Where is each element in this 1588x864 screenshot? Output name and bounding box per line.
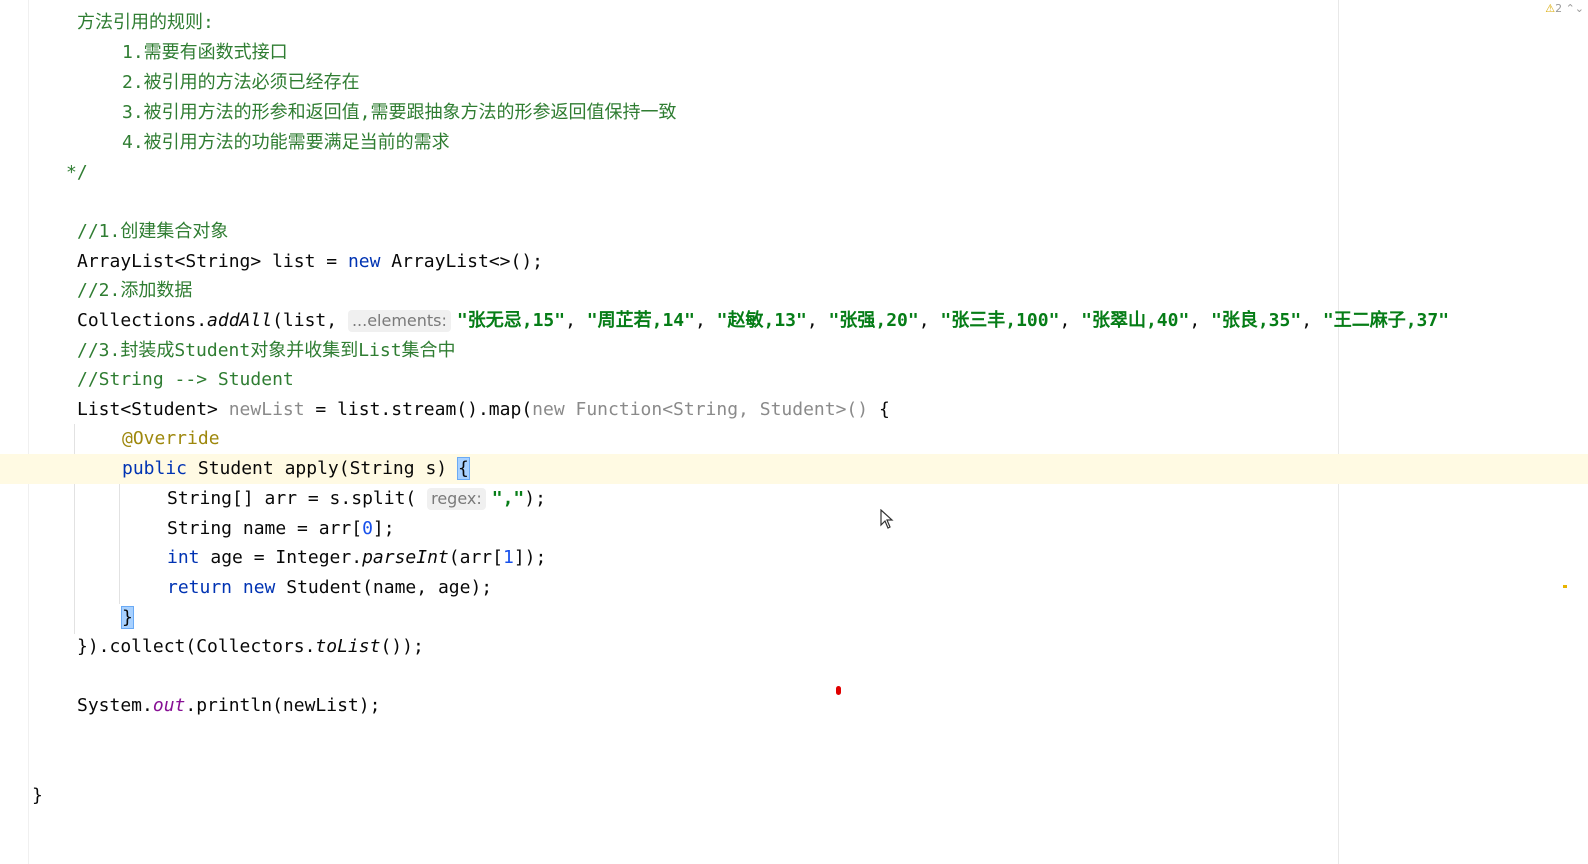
code-line: 2.被引用的方法必须已经存在 [0, 68, 1588, 98]
annotation-text: @Override [122, 428, 220, 449]
breakpoint-marker [836, 686, 841, 695]
code-text: return new Student(name, age); [167, 577, 493, 598]
comment-text: //String --> Student [77, 369, 294, 390]
code-line: } [0, 603, 1588, 633]
mouse-pointer-icon [880, 509, 894, 529]
code-line: //String --> Student [0, 365, 1588, 395]
code-line: ArrayList<String> list = new ArrayList<>… [0, 247, 1588, 277]
parameter-hint: ...elements: [347, 310, 451, 332]
code-text: String name = arr[0]; [167, 518, 395, 539]
comment-text: 1.需要有函数式接口 [122, 42, 288, 63]
comment-text: */ [66, 162, 88, 183]
code-text: String[] arr = s.split( regex: ","); [167, 488, 546, 510]
code-text: List<Student> newList = list.stream().ma… [77, 399, 890, 420]
code-line: //1.创建集合对象 [0, 217, 1588, 247]
comment-text: 3.被引用方法的形参和返回值,需要跟抽象方法的形参返回值保持一致 [122, 102, 677, 123]
code-text: ArrayList<String> list = new ArrayList<>… [77, 251, 544, 272]
code-line: 1.需要有函数式接口 [0, 38, 1588, 68]
matched-brace: } [121, 606, 134, 629]
code-line: String[] arr = s.split( regex: ","); [0, 484, 1588, 514]
comment-text: //3.封装成Student对象并收集到List集合中 [77, 340, 456, 361]
comment-text: 4.被引用方法的功能需要满足当前的需求 [122, 132, 450, 153]
comment-text: 方法引用的规则: [77, 12, 214, 33]
code-text: } [121, 603, 134, 633]
code-line: @Override [0, 424, 1588, 454]
comment-text: //2.添加数据 [77, 280, 193, 301]
comment-text: 2.被引用的方法必须已经存在 [122, 72, 360, 93]
code-line: int age = Integer.parseInt(arr[1]); [0, 543, 1588, 573]
code-line: } [0, 781, 1588, 811]
code-line: */ [0, 158, 1588, 188]
code-text: }).collect(Collectors.toList()); [77, 636, 424, 657]
code-text: int age = Integer.parseInt(arr[1]); [167, 547, 547, 568]
code-line: //2.添加数据 [0, 276, 1588, 306]
code-line: }).collect(Collectors.toList()); [0, 632, 1588, 662]
code-line: Collections.addAll(list, ...elements: "张无… [0, 306, 1588, 336]
code-line: return new Student(name, age); [0, 573, 1588, 603]
code-line: 3.被引用方法的形参和返回值,需要跟抽象方法的形参返回值保持一致 [0, 98, 1588, 128]
comment-text: //1.创建集合对象 [77, 221, 229, 242]
code-editor[interactable]: ⚠2 ⌃⌄ 方法引用的规则: 1.需要有函数式接口 2.被引用的方法必须已经存在… [0, 0, 1588, 864]
code-line: List<Student> newList = list.stream().ma… [0, 395, 1588, 425]
code-text: } [32, 785, 43, 806]
matched-brace: { [456, 457, 470, 480]
code-line-current[interactable]: public Student apply(String s) { [0, 454, 1588, 484]
code-line: 4.被引用方法的功能需要满足当前的需求 [0, 128, 1588, 158]
code-text: System.out.println(newList); [77, 695, 381, 716]
code-line: 方法引用的规则: [0, 8, 1588, 38]
scrollbar-warning-mark [1563, 585, 1567, 588]
code-text: public Student apply(String s) { [122, 457, 470, 480]
parameter-hint: regex: [427, 488, 486, 510]
code-line: System.out.println(newList); [0, 691, 1588, 721]
code-line: //3.封装成Student对象并收集到List集合中 [0, 336, 1588, 366]
code-text: Collections.addAll(list, ...elements: "张无… [77, 310, 1450, 332]
code-line: String name = arr[0]; [0, 514, 1588, 544]
